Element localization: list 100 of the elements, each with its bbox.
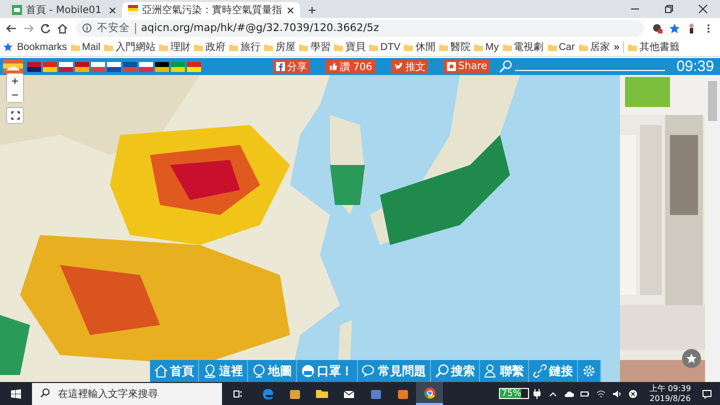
browser-icon — [424, 386, 436, 398]
folder-icon — [404, 42, 414, 52]
bookmark-folder[interactable]: 醫院 — [439, 40, 470, 54]
folder-icon — [229, 42, 238, 52]
task-view-icon[interactable] — [233, 388, 243, 398]
bookmarks-label[interactable]: Bookmarks — [17, 42, 68, 52]
folder-icon — [578, 42, 588, 52]
search-icon[interactable] — [499, 60, 512, 73]
share-button[interactable]: 分享 — [273, 60, 310, 73]
bookmark-folder[interactable]: My — [474, 42, 499, 52]
bookmark-folder[interactable]: Mail — [71, 42, 100, 52]
windows-start-icon[interactable] — [11, 388, 21, 398]
cloud-icon[interactable] — [564, 388, 574, 398]
bookmark-folder[interactable]: 寶貝 — [334, 40, 366, 54]
close-circle-icon[interactable] — [628, 388, 638, 398]
wifi-icon[interactable] — [596, 388, 606, 398]
bookmark-folder[interactable]: 其他書籤 — [628, 40, 680, 54]
back-icon[interactable] — [6, 22, 17, 34]
bookmark-folder[interactable]: 入門網站 — [104, 40, 156, 54]
share-button[interactable]: 推文 — [391, 60, 428, 73]
battery-icon[interactable] — [580, 388, 590, 398]
taskbar-search-field[interactable]: 在這裡輸入文字來搜尋 — [32, 383, 222, 405]
address-field[interactable]: 不安全 aqicn.org/map/hk/#@g/32.7039/120.3662/5z — [76, 20, 644, 36]
bookmark-label: Car — [558, 42, 575, 52]
envelope-icon — [342, 388, 354, 400]
folder-icon — [369, 42, 378, 52]
close-icon[interactable] — [698, 4, 708, 14]
folder-icon — [334, 42, 344, 52]
close-icon[interactable] — [287, 6, 294, 14]
bird-icon — [394, 62, 404, 71]
site-logo-icon[interactable] — [3, 59, 23, 74]
bookmark-label: 政府 — [205, 40, 226, 54]
bookmark-label: 寶貝 — [345, 40, 366, 54]
info-icon — [82, 23, 92, 33]
bookmark-label: DTV — [380, 42, 400, 52]
bookmark-folder[interactable]: 理財 — [159, 40, 190, 54]
facebook-icon — [276, 62, 285, 71]
tab-title: 亞洲空氣污染：實時空氣質量指 — [142, 4, 283, 17]
bookmark-label: 房屋 — [275, 40, 296, 54]
star-icon[interactable] — [669, 22, 680, 34]
bookmark-label: 電視劇 — [514, 40, 544, 54]
restore-icon[interactable] — [664, 4, 674, 14]
bookmark-folder[interactable]: DTV — [369, 42, 400, 52]
flag-icon[interactable] — [155, 62, 169, 72]
taskbar-app[interactable] — [416, 382, 443, 405]
bookmark-label: 醫院 — [450, 40, 470, 54]
folder-icon — [316, 388, 328, 400]
folder-icon — [628, 42, 638, 52]
browser-tab[interactable]: 亞洲空氣污染：實時空氣質量指 — [122, 2, 300, 18]
folder-icon — [439, 42, 448, 52]
tab-title: 首頁 - Mobile01 — [26, 4, 102, 17]
bookmark-folder[interactable]: 學習 — [299, 40, 330, 54]
flag-icon[interactable] — [59, 62, 73, 72]
folder-icon — [502, 42, 512, 52]
bookmark-label: 入門網站 — [115, 40, 156, 54]
folder-icon — [548, 42, 557, 52]
plug-icon — [532, 388, 542, 398]
bookmark-folder[interactable]: 政府 — [194, 40, 226, 54]
bookmark-folder[interactable]: Car — [548, 42, 575, 52]
close-icon[interactable] — [109, 6, 116, 14]
bookmark-label: 旅行 — [240, 40, 260, 54]
bookmark-folder[interactable]: 電視劇 — [502, 40, 544, 54]
url-text: aqicn.org/map/hk/#@g/32.7039/120.3662/5z — [141, 22, 379, 34]
share-button[interactable]: Share — [444, 60, 490, 73]
bookmark-label: My — [485, 42, 499, 52]
more-bookmarks-button[interactable]: » — [614, 42, 620, 52]
share-button[interactable]: 讚 706 — [326, 60, 376, 73]
new-tab-button[interactable]: + — [300, 2, 324, 18]
folder-icon — [474, 42, 484, 52]
scrollbar[interactable] — [705, 75, 720, 382]
folder-icon — [264, 42, 274, 52]
bookmark-label: 學習 — [310, 41, 330, 54]
folder-icon — [194, 42, 204, 52]
clock-text: 09:39 — [676, 58, 714, 75]
taskbar-date[interactable]: 2019/8/26 — [650, 394, 691, 404]
bookmark-folder[interactable]: 房屋 — [264, 40, 296, 54]
taskbar-time[interactable]: 上午 09:39 — [649, 384, 691, 394]
battery-percent: 75% — [501, 388, 522, 398]
site-icon — [128, 5, 138, 15]
reload-icon[interactable] — [40, 22, 51, 34]
folder-icon — [299, 42, 308, 52]
notification-icon[interactable] — [702, 388, 712, 398]
edge-icon — [262, 388, 274, 400]
star-icon — [3, 42, 13, 52]
volume-icon[interactable] — [612, 388, 622, 398]
home-icon[interactable] — [57, 22, 68, 34]
search-icon — [40, 388, 50, 398]
browser-tab[interactable]: 首頁 - Mobile01 — [6, 2, 122, 18]
bookmark-folder[interactable]: 休閒 — [404, 40, 436, 54]
bookmark-label: 休閒 — [415, 41, 436, 54]
folder-icon — [159, 42, 168, 52]
bookmark-folder[interactable]: 旅行 — [229, 40, 260, 54]
star-icon — [686, 353, 697, 364]
flag-icon[interactable] — [107, 62, 121, 72]
bookmark-label: 理財 — [170, 40, 190, 54]
bookmark-label: 居家 — [590, 40, 610, 54]
bookmark-label: Mail — [82, 42, 100, 52]
thumbs-up-icon — [329, 62, 338, 71]
site-icon — [12, 5, 22, 15]
bookmark-folder[interactable]: 居家 — [578, 40, 610, 54]
